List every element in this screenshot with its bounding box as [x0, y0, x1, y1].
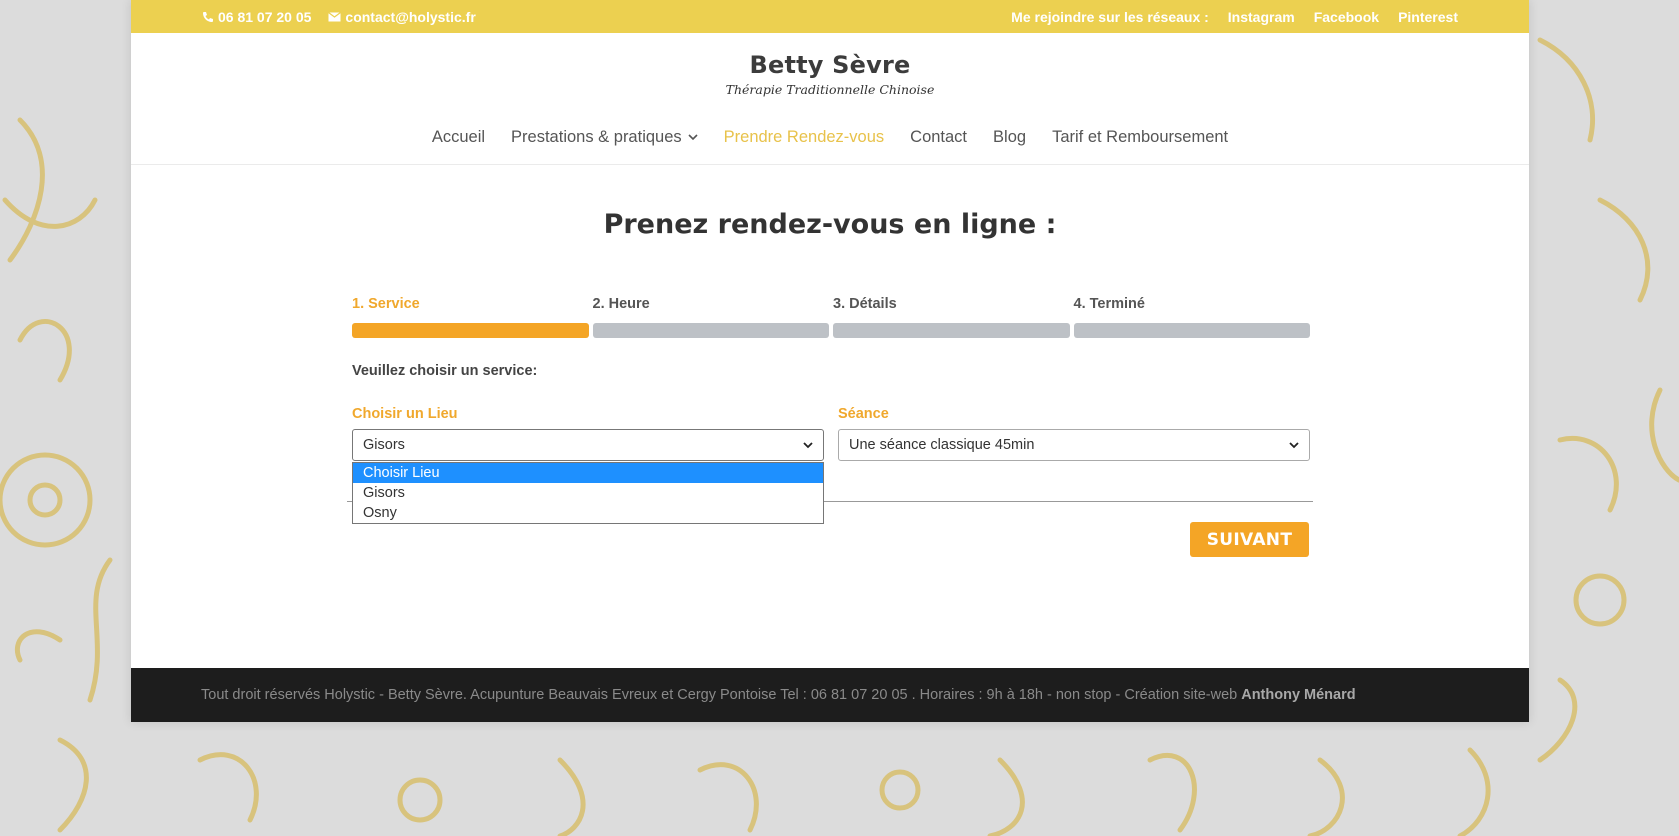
phone-number: 06 81 07 20 05 [218, 8, 312, 25]
main-nav: Accueil Prestations & pratiques Prendre … [131, 126, 1529, 164]
email-link[interactable]: contact@holystic.fr [328, 8, 476, 25]
logo-name: Betty Sèvre [749, 51, 911, 79]
pinterest-link[interactable]: Pinterest [1398, 9, 1458, 25]
nav-item-prestations[interactable]: Prestations & pratiques [511, 126, 698, 148]
step-termine: 4. Terminé [1073, 296, 1310, 338]
step-label: 1. Service [352, 296, 420, 312]
session-field: Séance Une séance classique 45min [838, 406, 1310, 461]
footer-text: Tout droit réservés Holystic - Betty Sèv… [201, 687, 1238, 703]
logo-tagline: Thérapie Traditionnelle Chinoise [725, 82, 935, 97]
nav-item-label: Prestations & pratiques [511, 127, 682, 146]
step-bar [1073, 323, 1310, 338]
step-progress: 1. Service 2. Heure 3. Détails 4. Termin… [352, 296, 1310, 338]
dropdown-option[interactable]: Gisors [353, 483, 823, 503]
dropdown-option[interactable]: Choisir Lieu [353, 463, 823, 483]
nav-item-blog[interactable]: Blog [993, 126, 1026, 148]
nav-divider [131, 164, 1529, 165]
next-button[interactable]: SUIVANT [1190, 522, 1309, 557]
phone-icon [203, 11, 213, 22]
envelope-icon [328, 11, 342, 21]
chevron-down-icon [688, 133, 698, 140]
service-prompt: Veuillez choisir un service: [352, 363, 538, 379]
page-title: Prenez rendez-vous en ligne : [603, 209, 1057, 240]
session-label: Séance [838, 406, 889, 422]
dropdown-option[interactable]: Osny [353, 503, 823, 523]
footer: Tout droit réservés Holystic - Betty Sèv… [131, 668, 1529, 722]
footer-author-link[interactable]: Anthony Ménard [1241, 687, 1355, 703]
step-bar [352, 323, 589, 338]
location-field: Choisir un Lieu Gisors Choisir Lieu Giso… [352, 406, 824, 524]
nav-item-contact[interactable]: Contact [910, 126, 967, 148]
top-bar: 06 81 07 20 05 contact@holystic.fr Me re… [131, 0, 1529, 33]
step-bar [833, 323, 1070, 338]
facebook-link[interactable]: Facebook [1314, 9, 1379, 25]
step-service: 1. Service [352, 296, 589, 338]
step-label: 4. Terminé [1073, 296, 1145, 312]
session-value: Une séance classique 45min [849, 437, 1035, 453]
location-select[interactable]: Gisors [352, 429, 824, 461]
chevron-down-icon [803, 441, 813, 448]
nav-item-accueil[interactable]: Accueil [432, 126, 485, 148]
location-value: Gisors [363, 437, 405, 453]
step-heure: 2. Heure [592, 296, 829, 338]
nav-item-tarif[interactable]: Tarif et Remboursement [1052, 126, 1228, 148]
chevron-down-icon [1289, 441, 1299, 448]
page-container: 06 81 07 20 05 contact@holystic.fr Me re… [131, 0, 1529, 722]
session-select[interactable]: Une séance classique 45min [838, 429, 1310, 461]
booking-wizard: 1. Service 2. Heure 3. Détails 4. Termin… [352, 296, 1310, 524]
email-address: contact@holystic.fr [345, 8, 476, 25]
step-label: 2. Heure [592, 296, 650, 312]
step-details: 3. Détails [833, 296, 1070, 338]
phone-link[interactable]: 06 81 07 20 05 [202, 9, 311, 25]
location-dropdown: Choisir Lieu Gisors Osny [352, 462, 824, 524]
social-prompt: Me rejoindre sur les réseaux : [1011, 8, 1209, 25]
location-label: Choisir un Lieu [352, 406, 458, 422]
instagram-link[interactable]: Instagram [1228, 9, 1295, 25]
step-bar [592, 323, 829, 338]
nav-item-rendez-vous[interactable]: Prendre Rendez-vous [724, 126, 885, 148]
site-logo[interactable]: Betty Sèvre Thérapie Traditionnelle Chin… [131, 33, 1529, 105]
step-label: 3. Détails [833, 296, 897, 312]
